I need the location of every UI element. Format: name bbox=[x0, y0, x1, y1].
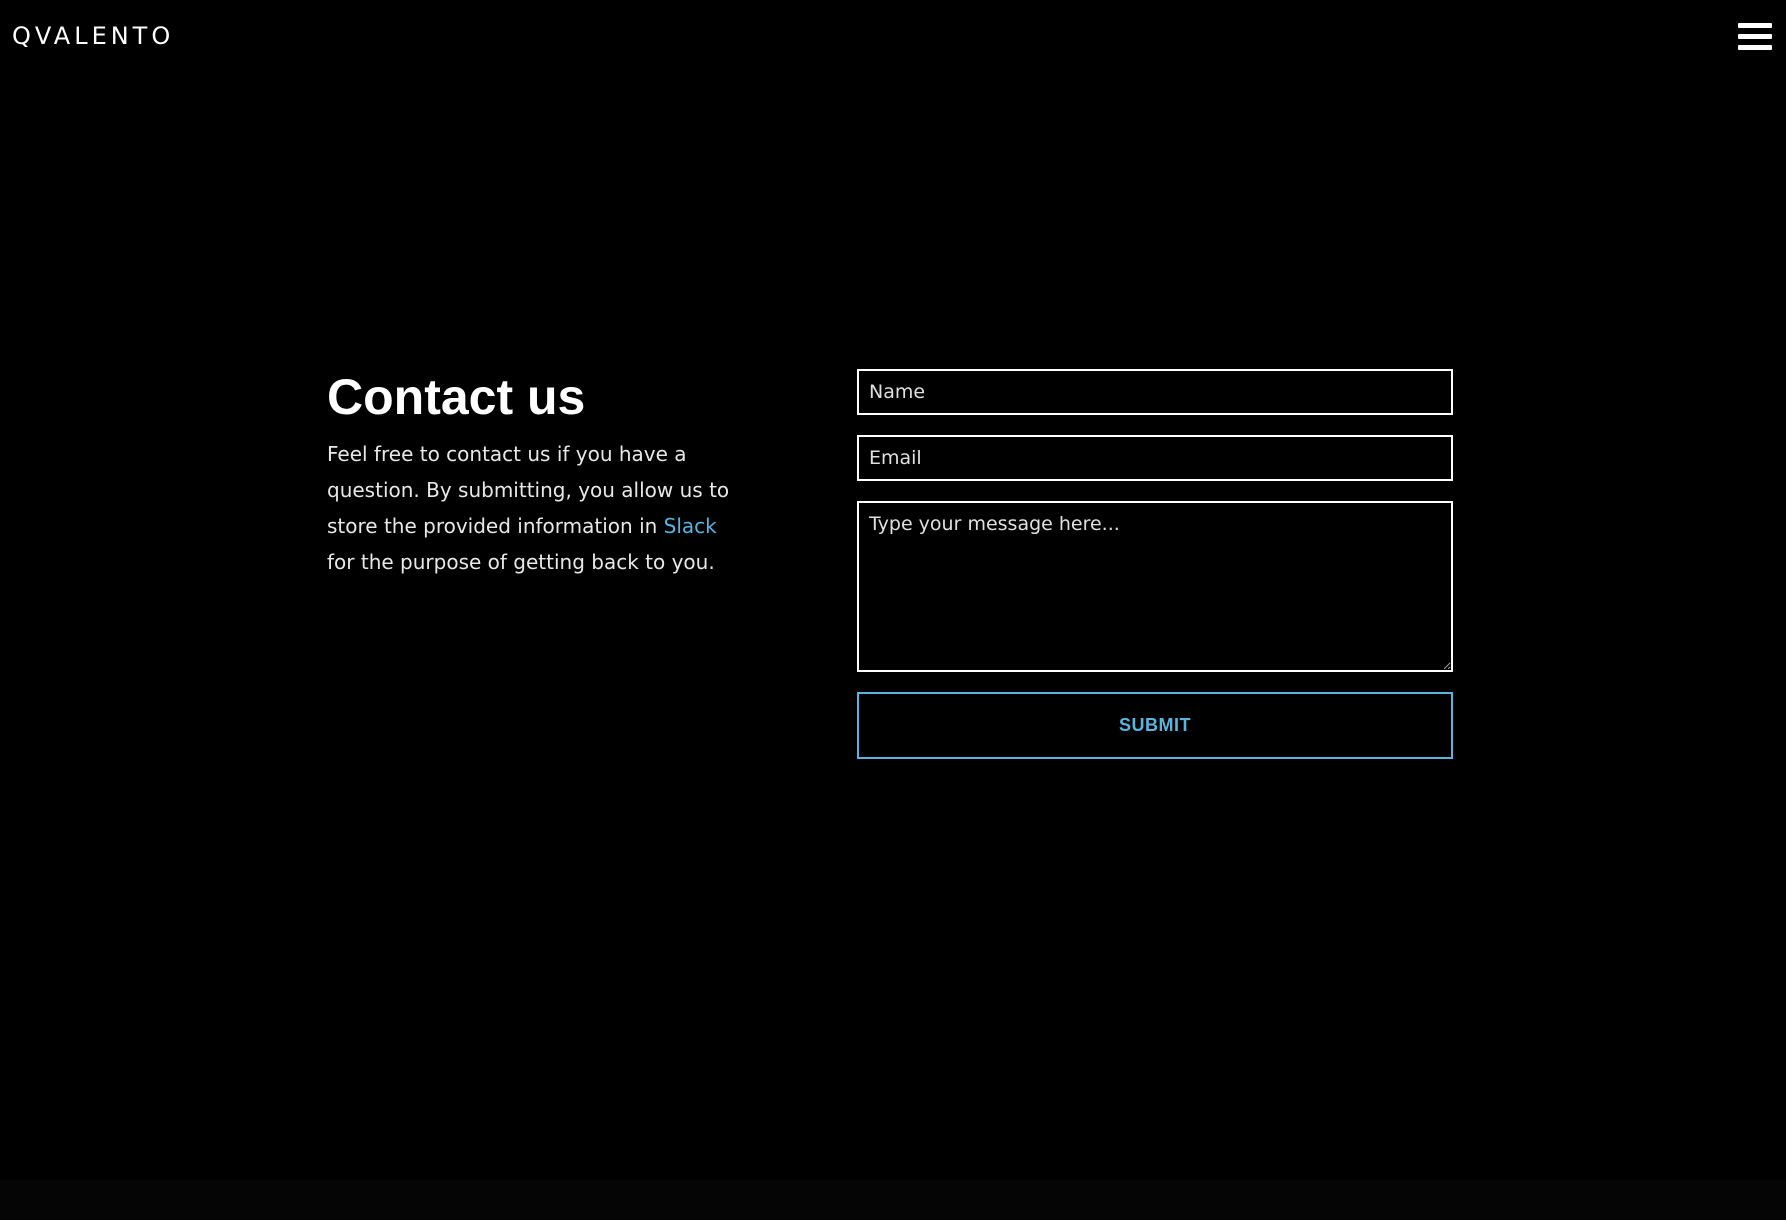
menu-bar-middle bbox=[1738, 34, 1772, 39]
menu-bar-top bbox=[1738, 23, 1772, 28]
slack-link[interactable]: Slack bbox=[664, 514, 717, 538]
submit-button[interactable]: SUBMIT bbox=[857, 692, 1453, 759]
message-textarea[interactable] bbox=[857, 501, 1453, 672]
brand-logo[interactable]: QVALENTO bbox=[12, 22, 174, 50]
contact-description: Feel free to contact us if you have a qu… bbox=[327, 436, 747, 580]
email-input[interactable] bbox=[857, 435, 1453, 481]
footer-strip bbox=[0, 1180, 1786, 1220]
hamburger-menu-icon[interactable] bbox=[1738, 20, 1772, 54]
page-title: Contact us bbox=[327, 369, 586, 425]
name-input[interactable] bbox=[857, 369, 1453, 415]
menu-bar-bottom bbox=[1738, 45, 1772, 50]
contact-description-end: for the purpose of getting back to you. bbox=[327, 550, 715, 574]
